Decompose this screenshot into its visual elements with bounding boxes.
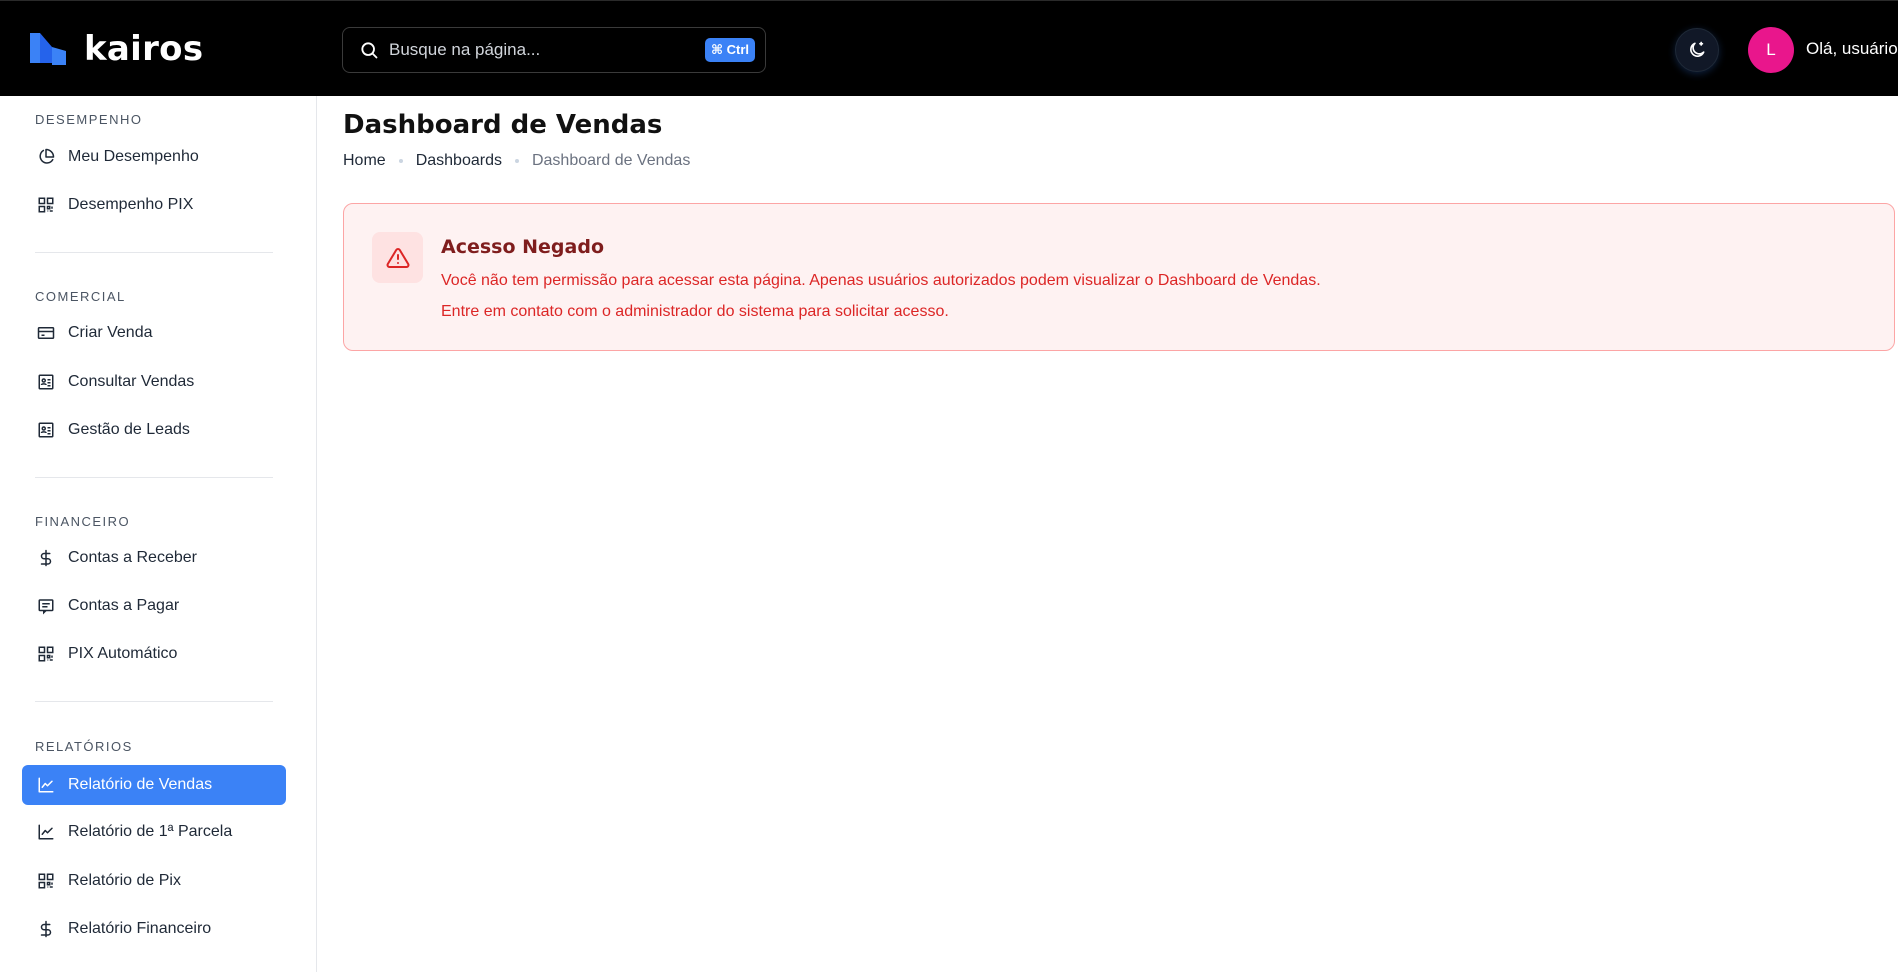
- shortcut-badge: ⌘ Ctrl: [704, 38, 755, 62]
- breadcrumb-separator: [398, 159, 403, 163]
- sidebar-item-meu-desempenho[interactable]: Meu Desempenho: [22, 137, 286, 177]
- sidebar: DESEMPENHO Meu Desempenho Desempenho PIX…: [0, 96, 317, 972]
- qr-code-icon: [36, 871, 56, 891]
- credit-card-icon: [36, 323, 56, 343]
- pie-chart-icon: [36, 147, 56, 167]
- line-chart-icon: [36, 822, 56, 842]
- dollar-icon: [36, 919, 56, 939]
- sidebar-item-relatorio-de-vendas[interactable]: Relatório de Vendas: [22, 765, 286, 805]
- logo-text: kairos: [84, 29, 204, 69]
- sidebar-item-label: Meu Desempenho: [68, 148, 199, 165]
- sidebar-item-contas-a-pagar[interactable]: Contas a Pagar: [22, 586, 286, 626]
- sidebar-item-label: Relatório de Vendas: [68, 776, 213, 793]
- sidebar-item-desempenho-pix[interactable]: Desempenho PIX: [22, 185, 286, 225]
- user-greeting[interactable]: Olá, usuário: [1806, 39, 1898, 59]
- page-title: Dashboard de Vendas: [343, 110, 663, 140]
- sidebar-item-pix-automatico[interactable]: PIX Automático: [22, 634, 286, 674]
- dollar-icon: [36, 548, 56, 568]
- section-title-relatorios: RELATÓRIOS: [35, 739, 133, 754]
- sidebar-item-gestao-de-leads[interactable]: Gestão de Leads: [22, 410, 286, 450]
- sidebar-item-label: Contas a Pagar: [68, 597, 180, 614]
- sidebar-item-label: Gestão de Leads: [68, 421, 190, 438]
- search-box[interactable]: Busque na página... ⌘ Ctrl: [342, 27, 766, 73]
- theme-toggle-button[interactable]: [1675, 28, 1719, 72]
- alert-message: Você não tem permissão para acessar esta…: [441, 272, 1321, 289]
- section-title-desempenho: DESEMPENHO: [35, 112, 143, 127]
- avatar[interactable]: L: [1748, 27, 1794, 73]
- contact-card-icon: [36, 420, 56, 440]
- sidebar-item-consultar-vendas[interactable]: Consultar Vendas: [22, 362, 286, 402]
- logo[interactable]: kairos: [28, 29, 203, 69]
- sidebar-item-relatorio-de-pix[interactable]: Relatório de Pix: [22, 861, 286, 901]
- sidebar-item-label: Desempenho PIX: [68, 196, 194, 213]
- search-input[interactable]: Busque na página...: [389, 40, 705, 60]
- sidebar-item-criar-venda[interactable]: Criar Venda: [22, 313, 286, 353]
- sidebar-divider: [35, 477, 273, 478]
- sidebar-item-relatorio-de-1a-parcela[interactable]: Relatório de 1ª Parcela: [22, 812, 286, 852]
- section-title-financeiro: FINANCEIRO: [35, 514, 131, 529]
- search-icon: [361, 42, 378, 59]
- sidebar-item-label: Contas a Receber: [68, 549, 197, 566]
- breadcrumb-current: Dashboard de Vendas: [531, 152, 691, 169]
- top-bar: kairos Busque na página... ⌘ Ctrl L Olá,…: [0, 0, 1898, 96]
- breadcrumb-separator: [514, 159, 519, 163]
- line-chart-icon: [36, 775, 56, 795]
- alert-message-contact: Entre em contato com o administrador do …: [441, 303, 949, 320]
- sidebar-item-label: Relatório de 1ª Parcela: [68, 823, 233, 840]
- breadcrumb-dashboards[interactable]: Dashboards: [416, 152, 502, 170]
- breadcrumb: Home Dashboards Dashboard de Vendas: [343, 152, 690, 170]
- sidebar-item-label: PIX Automático: [68, 645, 178, 662]
- sidebar-divider: [35, 252, 273, 253]
- qr-code-icon: [36, 644, 56, 664]
- kairos-logo-icon: [30, 33, 66, 65]
- sidebar-item-relatorio-financeiro[interactable]: Relatório Financeiro: [22, 909, 286, 949]
- warning-icon: [372, 232, 423, 283]
- qr-code-icon: [36, 195, 56, 215]
- contact-card-icon: [36, 372, 56, 392]
- sidebar-item-label: Criar Venda: [68, 324, 153, 341]
- sidebar-item-label: Relatório Financeiro: [68, 920, 212, 937]
- breadcrumb-home[interactable]: Home: [343, 152, 386, 170]
- sidebar-item-contas-a-receber[interactable]: Contas a Receber: [22, 538, 286, 578]
- section-title-comercial: COMERCIAL: [35, 289, 126, 304]
- sidebar-item-label: Relatório de Pix: [68, 872, 181, 889]
- sidebar-divider: [35, 701, 273, 702]
- sidebar-item-label: Consultar Vendas: [68, 373, 195, 390]
- access-denied-alert: Acesso Negado Você não tem permissão par…: [343, 203, 1895, 351]
- alert-title: Acesso Negado: [441, 236, 605, 258]
- receipt-icon: [36, 596, 56, 616]
- moon-icon: [1690, 41, 1705, 57]
